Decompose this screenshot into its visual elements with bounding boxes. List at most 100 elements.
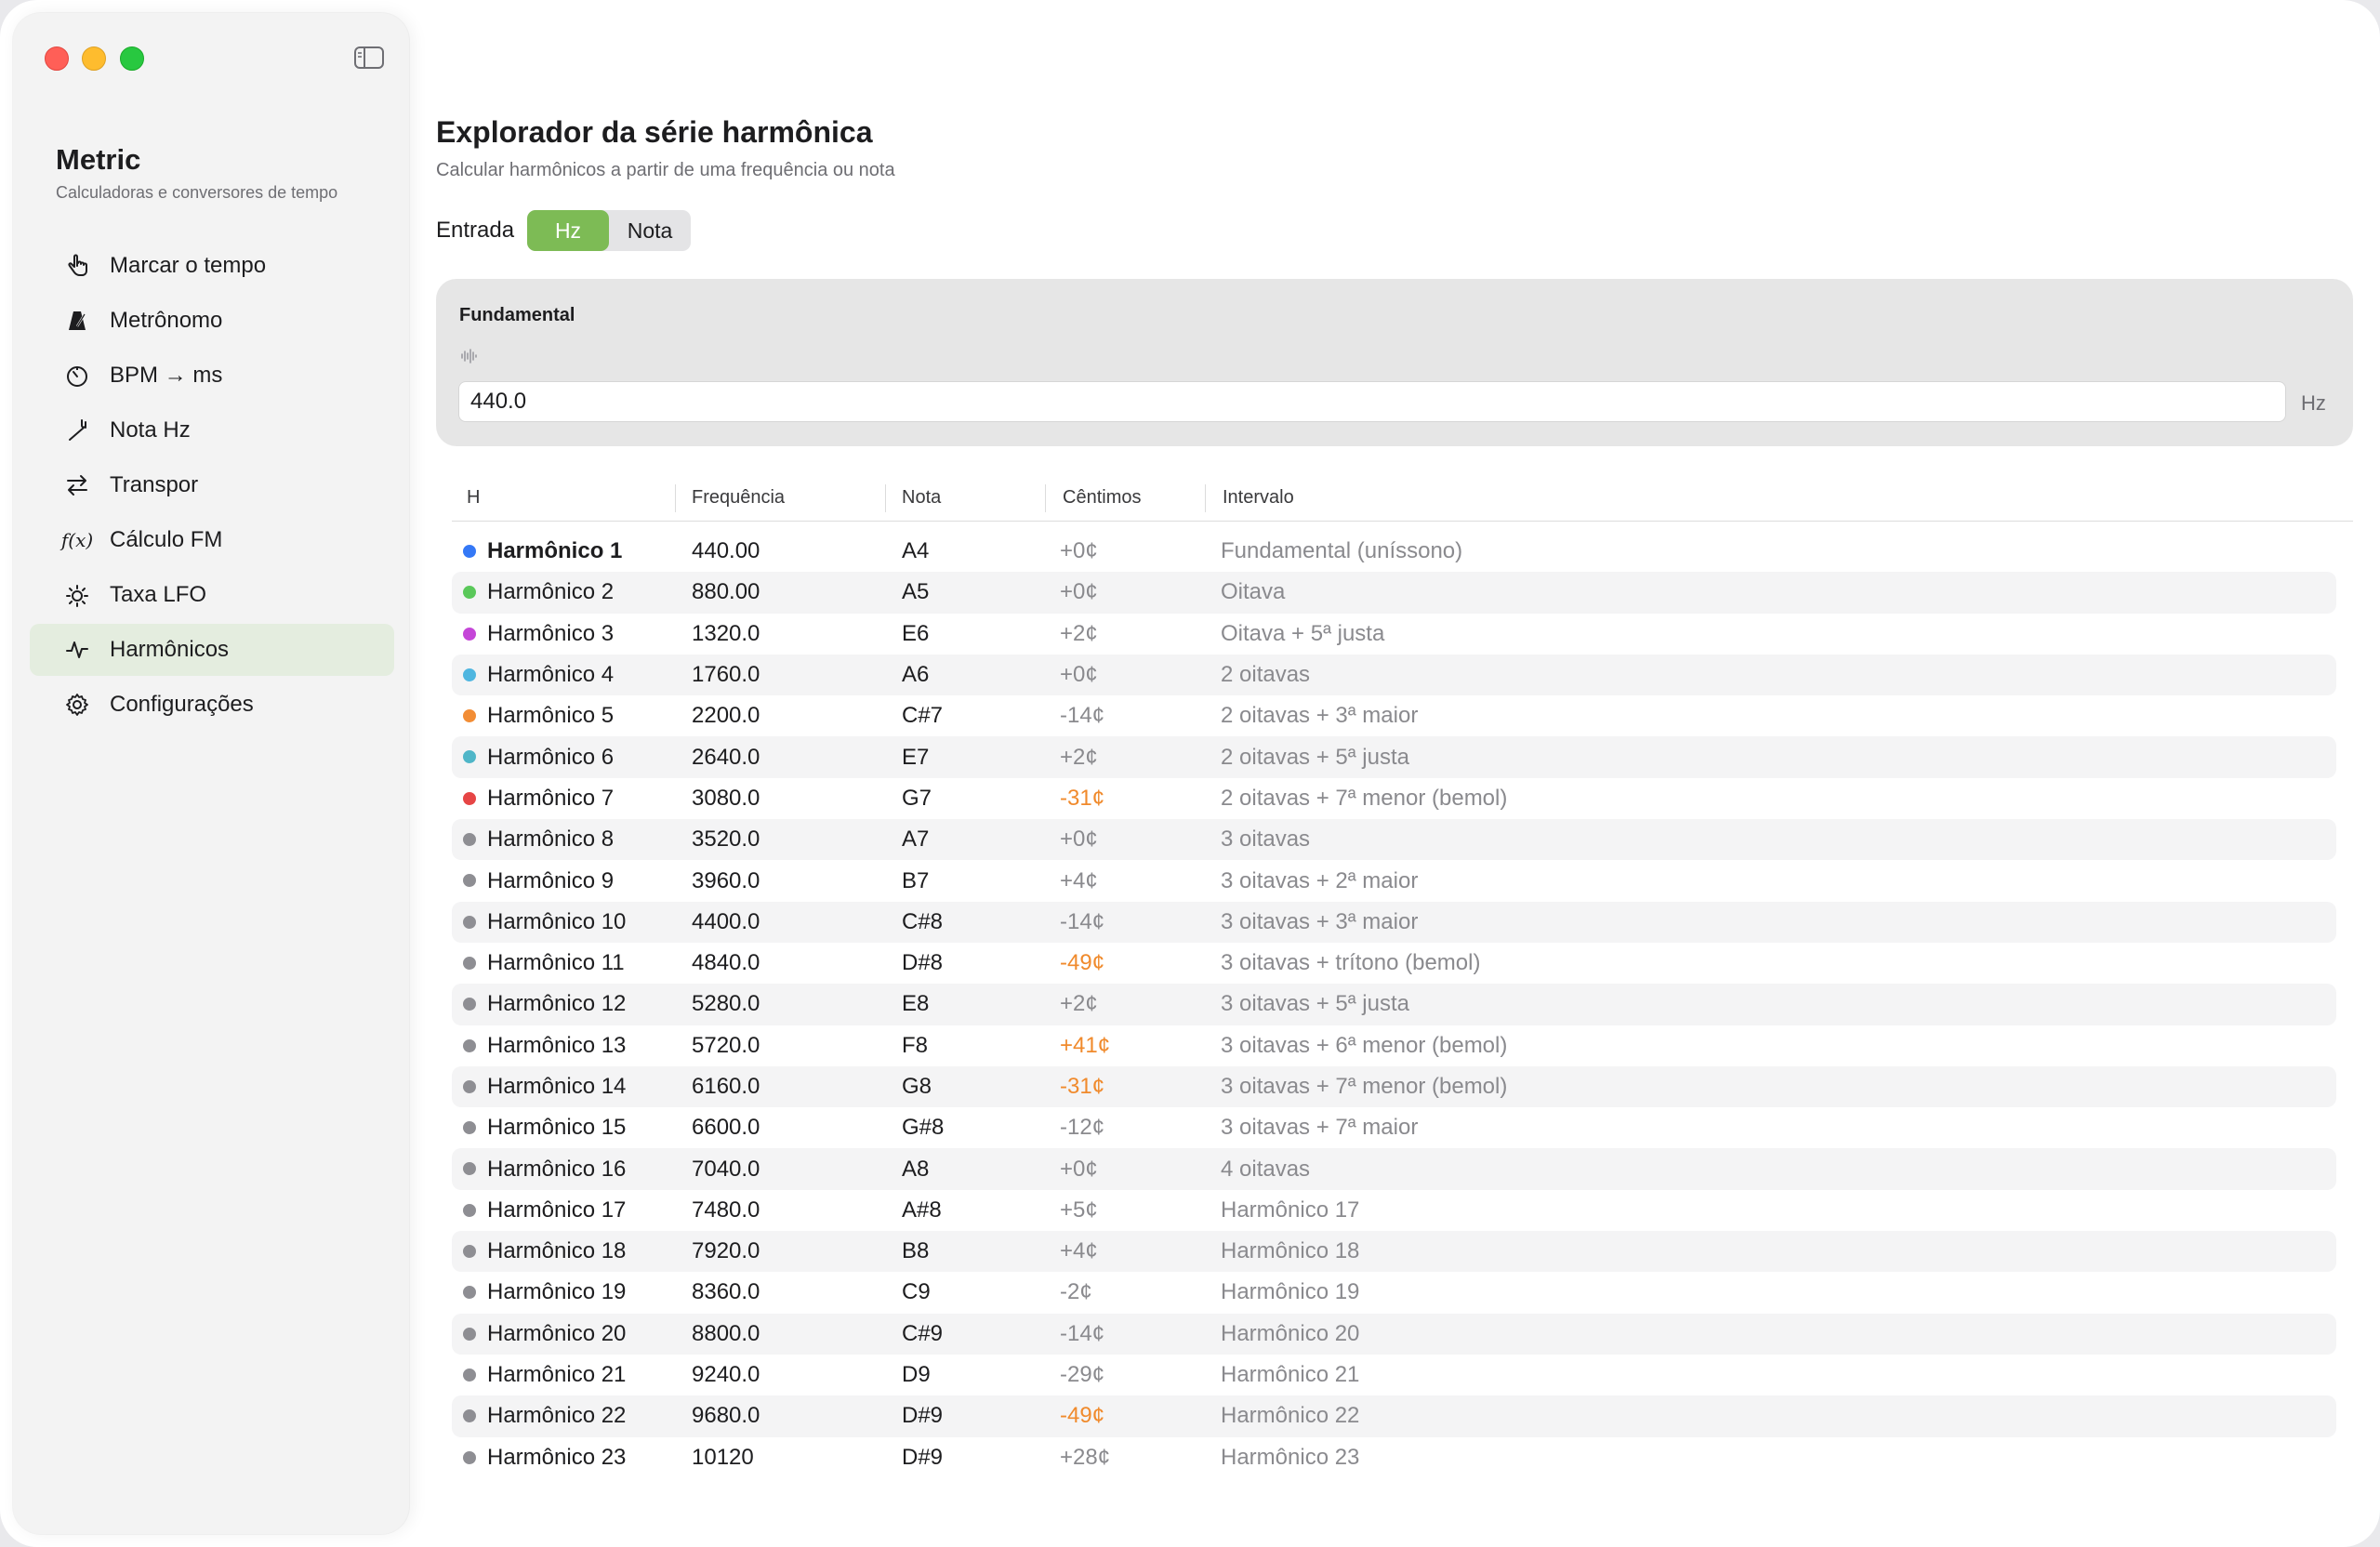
cents-cell: +4¢: [1060, 1238, 1098, 1264]
table-row[interactable]: Harmônico 20 8800.0 C#9 -14¢ Harmônico 20: [452, 1313, 2336, 1355]
interval-cell: Harmônico 23: [1221, 1444, 1360, 1470]
note-cell: D#8: [902, 950, 944, 976]
segment-hz[interactable]: Hz: [527, 210, 609, 251]
table-row[interactable]: Harmônico 9 3960.0 B7 +4¢ 3 oitavas + 2ª mai…: [452, 860, 2336, 901]
interval-cell: Oitava + 5ª justa: [1221, 620, 1385, 646]
interval-cell: 3 oitavas + 7ª menor (bemol): [1221, 1074, 1508, 1099]
sidebar-item-label: Taxa LFO: [110, 582, 207, 607]
table-row[interactable]: Harmônico 7 3080.0 G7 -31¢ 2 oitavas + 7ª me…: [452, 778, 2336, 819]
column-header-intervalo[interactable]: Intervalo: [1223, 487, 1294, 509]
note-cell: C#7: [902, 703, 944, 729]
cents-cell: -31¢: [1060, 1074, 1105, 1099]
table-row[interactable]: Harmônico 1 440.00 A4 +0¢ Fundamental (uníss…: [452, 531, 2336, 572]
cents-cell: +5¢: [1060, 1197, 1098, 1223]
note-cell: C9: [902, 1279, 931, 1305]
table-row[interactable]: Harmônico 2 880.00 A5 +0¢ Oitava: [452, 572, 2336, 614]
sidebar-item-marcar-o-tempo[interactable]: Marcar o tempo: [30, 240, 394, 292]
interval-cell: 2 oitavas + 5ª justa: [1221, 744, 1410, 770]
note-cell: A7: [902, 826, 930, 853]
frequency-cell: 9680.0: [692, 1403, 760, 1429]
table-row[interactable]: Harmônico 3 1320.0 E6 +2¢ Oitava + 5ª justa: [452, 614, 2336, 654]
column-header-centimos[interactable]: Cêntimos: [1063, 487, 1141, 509]
segment-nota[interactable]: Nota: [609, 210, 691, 251]
fundamental-panel: Fundamental 440.0 Hz: [436, 279, 2353, 446]
table-row[interactable]: Harmônico 14 6160.0 G8 -31¢ 3 oitavas + 7ª m…: [452, 1065, 2336, 1108]
sidebar-item-metronomo[interactable]: Metrônomo: [30, 295, 394, 347]
column-header-h[interactable]: H: [467, 487, 480, 509]
note-cell: A#8: [902, 1197, 942, 1223]
table-row[interactable]: Harmônico 19 8360.0 C9 -2¢ Harmônico 19: [452, 1272, 2336, 1313]
table-row[interactable]: Harmônico 8 3520.0 A7 +0¢ 3 oitavas: [452, 819, 2336, 861]
harmonic-color-dot: [463, 668, 476, 681]
cents-cell: +0¢: [1060, 826, 1098, 853]
sidebar-item-transpor[interactable]: Transpor: [30, 459, 394, 511]
sidebar-item-configuracoes[interactable]: Configurações: [30, 679, 394, 731]
frequency-cell: 7480.0: [692, 1197, 760, 1223]
sidebar-item-nota-hz[interactable]: Nota Hz: [30, 404, 394, 456]
table-row[interactable]: Harmônico 22 9680.0 D#9 -49¢ Harmônico 22: [452, 1395, 2336, 1437]
harmonic-name-cell: Harmônico 16: [487, 1156, 627, 1182]
harmonic-color-dot: [463, 1121, 476, 1135]
frequency-cell: 3520.0: [692, 826, 760, 853]
table-row[interactable]: Harmônico 12 5280.0 E8 +2¢ 3 oitavas + 5ª ju…: [452, 984, 2336, 1025]
input-mode-segmented-control: Hz Nota: [527, 210, 691, 251]
note-cell: D#9: [902, 1403, 944, 1429]
frequency-cell: 1320.0: [692, 620, 760, 646]
waveform-icon: [63, 636, 91, 664]
harmonic-name-cell: Harmônico 21: [487, 1362, 627, 1388]
metronome-icon: [63, 307, 91, 335]
table-row[interactable]: Harmônico 16 7040.0 A8 +0¢ 4 oitavas: [452, 1148, 2336, 1190]
cents-cell: +2¢: [1060, 620, 1098, 646]
cents-cell: +28¢: [1060, 1444, 1111, 1470]
table-row[interactable]: Harmônico 17 7480.0 A#8 +5¢ Harmônico 17: [452, 1190, 2336, 1231]
interval-cell: 3 oitavas + 7ª maior: [1221, 1115, 1419, 1141]
cents-cell: +2¢: [1060, 991, 1098, 1017]
table-row[interactable]: Harmônico 23 10120 D#9 +28¢ Harmônico 23: [452, 1437, 2336, 1478]
note-cell: G8: [902, 1074, 932, 1099]
harmonic-color-dot: [463, 709, 476, 723]
cents-cell: +0¢: [1060, 1156, 1098, 1182]
table-row[interactable]: Harmônico 21 9240.0 D9 -29¢ Harmônico 21: [452, 1355, 2336, 1395]
table-row[interactable]: Harmônico 18 7920.0 B8 +4¢ Harmônico 18: [452, 1231, 2336, 1273]
harmonic-name-cell: Harmônico 14: [487, 1074, 627, 1099]
sidebar-item-taxa-lfo[interactable]: Taxa LFO: [30, 569, 394, 621]
cents-cell: +4¢: [1060, 867, 1098, 893]
table-row[interactable]: Harmônico 10 4400.0 C#8 -14¢ 3 oitavas + 3ª …: [452, 901, 2336, 943]
table-row[interactable]: Harmônico 5 2200.0 C#7 -14¢ 2 oitavas + 3ª m…: [452, 695, 2336, 736]
column-header-nota[interactable]: Nota: [902, 487, 941, 509]
note-cell: B7: [902, 867, 930, 893]
table-row[interactable]: Harmônico 13 5720.0 F8 +41¢ 3 oitavas + 6ª m…: [452, 1025, 2336, 1066]
harmonic-name-cell: Harmônico 6: [487, 744, 615, 770]
harmonic-name-cell: Harmônico 9: [487, 867, 615, 893]
harmonic-color-dot: [463, 915, 476, 929]
cents-cell: -31¢: [1060, 785, 1105, 811]
note-cell: E7: [902, 744, 930, 770]
table-row[interactable]: Harmônico 15 6600.0 G#8 -12¢ 3 oitavas + 7ª …: [452, 1107, 2336, 1148]
sidebar-item-label: Configurações: [110, 692, 254, 717]
close-window-button[interactable]: [45, 46, 69, 71]
fundamental-frequency-input[interactable]: 440.0: [458, 381, 2286, 422]
note-cell: F8: [902, 1032, 929, 1058]
interval-cell: 3 oitavas + trítono (bemol): [1221, 950, 1481, 976]
minimize-window-button[interactable]: [82, 46, 106, 71]
frequency-cell: 7920.0: [692, 1238, 760, 1264]
harmonic-name-cell: Harmônico 8: [487, 826, 615, 853]
column-header-frequencia[interactable]: Frequência: [692, 487, 785, 509]
cents-cell: -29¢: [1060, 1362, 1105, 1388]
table-row[interactable]: Harmônico 6 2640.0 E7 +2¢ 2 oitavas + 5ª jus…: [452, 736, 2336, 778]
table-row[interactable]: Harmônico 4 1760.0 A6 +0¢ 2 oitavas: [452, 654, 2336, 696]
harmonic-color-dot: [463, 791, 476, 805]
fundamental-label: Fundamental: [459, 305, 575, 325]
tuning-fork-icon: [63, 416, 91, 444]
table-body: Harmônico 1 440.00 A4 +0¢ Fundamental (uníss…: [452, 531, 2353, 1498]
sidebar-item-bpm-ms[interactable]: BPM → ms: [30, 350, 394, 402]
cents-cell: -14¢: [1060, 908, 1105, 934]
interval-cell: 3 oitavas + 2ª maior: [1221, 867, 1419, 893]
cents-cell: -14¢: [1060, 703, 1105, 729]
zoom-window-button[interactable]: [120, 46, 144, 71]
sidebar-item-harmonicos[interactable]: Harmônicos: [30, 624, 394, 676]
sidebar-item-calculo-fm[interactable]: f(x) Cálculo FM: [30, 514, 394, 566]
table-row[interactable]: Harmônico 11 4840.0 D#8 -49¢ 3 oitavas + trí…: [452, 943, 2336, 984]
frequency-cell: 4400.0: [692, 908, 760, 934]
sidebar-toggle-icon[interactable]: [353, 45, 385, 71]
